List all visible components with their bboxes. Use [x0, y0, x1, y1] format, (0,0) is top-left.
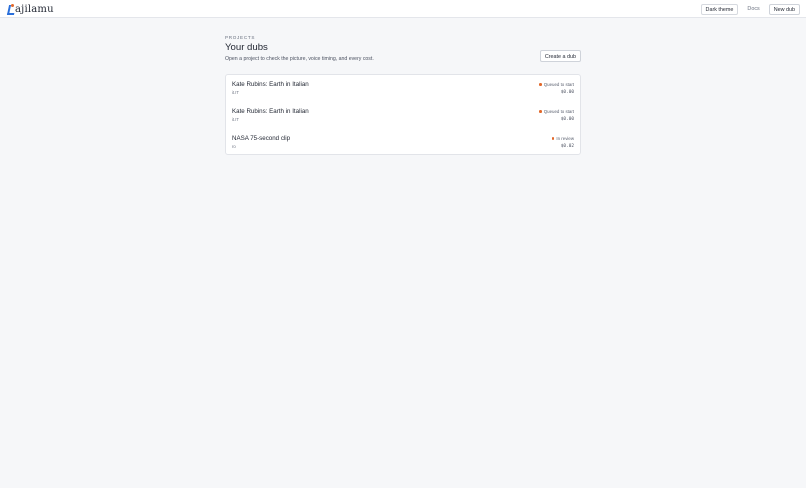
project-row[interactable]: NASA 75-second clip ro In review $0.02: [226, 129, 580, 156]
project-status-label: Queued to start: [543, 82, 574, 87]
top-bar: ajilamu Dark theme Docs New dub: [0, 0, 806, 18]
page-header: PROJECTS Your dubs Open a project to che…: [225, 35, 581, 65]
project-language: it.IT: [232, 90, 239, 95]
status-dot-icon: [539, 83, 542, 86]
top-actions: Dark theme Docs New dub: [700, 3, 800, 15]
project-cost: $0.00: [560, 117, 574, 122]
section-eyebrow: PROJECTS: [225, 35, 256, 40]
status-dot-icon: [539, 110, 542, 113]
project-language: ro: [232, 144, 236, 149]
logo-text: ajilamu: [15, 3, 54, 15]
project-cost: $0.02: [560, 144, 574, 149]
logo[interactable]: ajilamu: [8, 3, 54, 15]
docs-link[interactable]: Docs: [745, 4, 761, 15]
project-row[interactable]: Kate Rubins: Earth in Italian it.IT Queu…: [226, 102, 580, 129]
project-status: Queued to start: [539, 109, 574, 114]
project-status-label: Queued to start: [543, 109, 574, 114]
logo-mark-icon: [8, 4, 14, 14]
project-status: Queued to start: [539, 82, 574, 87]
project-row[interactable]: Kate Rubins: Earth in Italian it.IT Queu…: [226, 75, 580, 102]
page-title: Your dubs: [225, 42, 268, 53]
project-name[interactable]: NASA 75-second clip: [232, 135, 290, 142]
create-dub-button[interactable]: Create a dub: [539, 50, 581, 62]
project-status: In review: [551, 136, 574, 141]
status-dot-icon: [551, 137, 555, 140]
page-subtitle: Open a project to check the picture, voi…: [225, 56, 374, 62]
project-language: it.IT: [232, 117, 239, 122]
dark-theme-button[interactable]: Dark theme: [700, 3, 739, 15]
new-dub-button[interactable]: New dub: [768, 3, 800, 15]
projects-list: Kate Rubins: Earth in Italian it.IT Queu…: [225, 74, 581, 155]
project-cost: $0.00: [560, 90, 574, 95]
project-status-label: In review: [556, 136, 574, 141]
project-name[interactable]: Kate Rubins: Earth in Italian: [232, 108, 309, 115]
project-name[interactable]: Kate Rubins: Earth in Italian: [232, 81, 309, 88]
